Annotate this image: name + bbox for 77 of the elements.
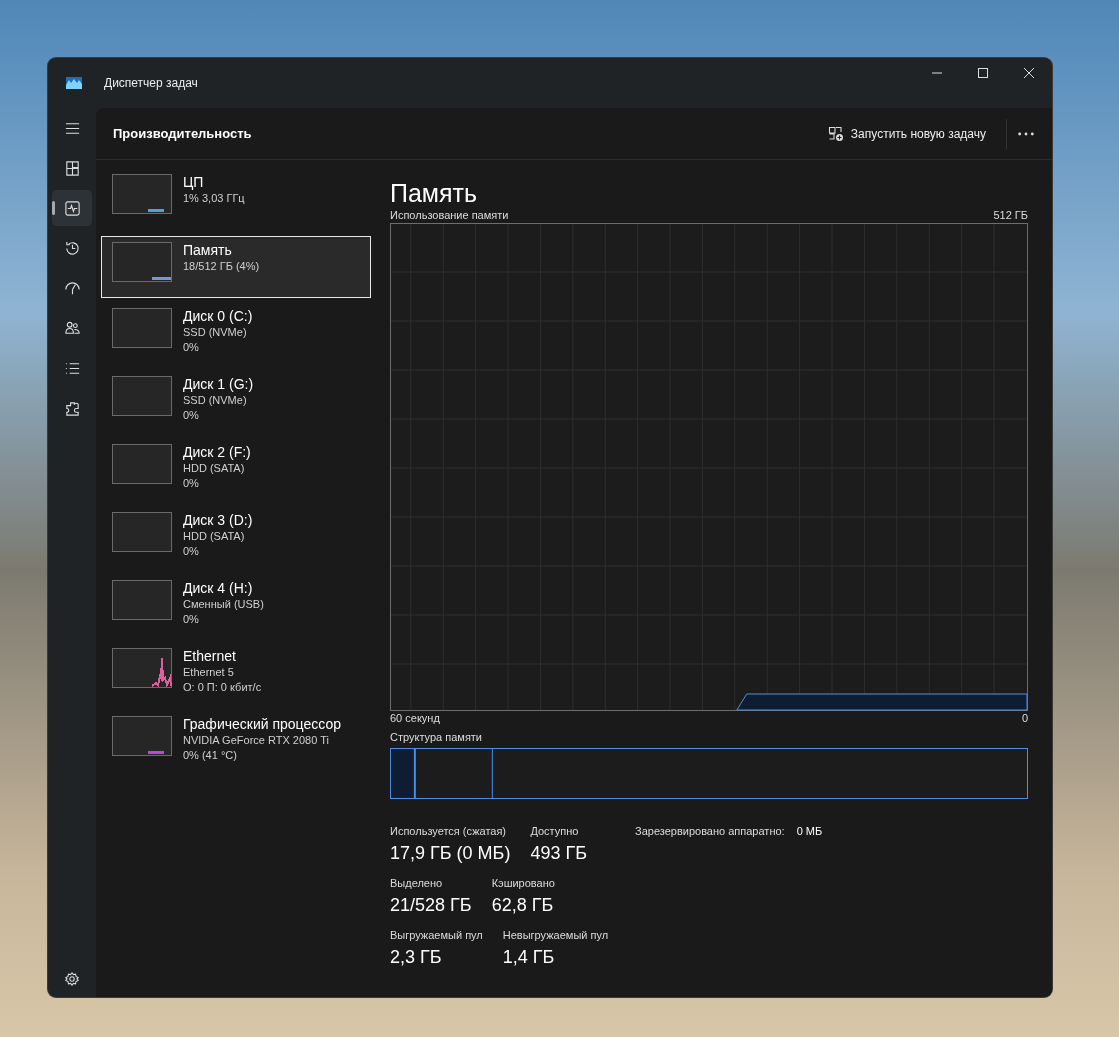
composition-label: Структура памяти [390, 730, 484, 745]
axis-zero-label: 0 [1021, 711, 1028, 726]
mini-graph [112, 242, 172, 282]
axis-max-label: 512 ГБ [993, 208, 1028, 223]
device-name: Память [183, 242, 233, 259]
stat-value: 62,8 ГБ [491, 894, 555, 917]
device-detail: Сменный (USB) [183, 597, 264, 612]
stat-label: Используется (сжатая) [390, 824, 508, 839]
device-name: Графический процессор [183, 716, 341, 733]
selected-nav-button[interactable] [52, 190, 92, 226]
device-usage: 0% [183, 612, 200, 627]
device-name: Диск 1 (G:) [183, 376, 254, 393]
device-usage: 0% [183, 476, 200, 491]
stat-value: 2,3 ГБ [390, 946, 443, 969]
more-options-icon[interactable] [1017, 130, 1035, 137]
device-name: ЦП [183, 174, 205, 191]
stat-label: Выгружаемый пул [390, 928, 483, 943]
device-list-item[interactable]: Диск 1 (G:) SSD (NVMe) 0% [101, 370, 371, 434]
mini-graph [112, 716, 172, 756]
settings-icon[interactable] [64, 971, 80, 987]
stat-value: 493 ГБ [530, 842, 587, 865]
device-name: Диск 4 (H:) [183, 580, 254, 597]
grid-icon [63, 159, 81, 177]
device-name: Диск 3 (D:) [183, 512, 253, 529]
device-detail: Ethernet 5 [183, 665, 235, 680]
clock-icon [63, 239, 81, 257]
puzzle-icon [63, 399, 81, 417]
device-name: Ethernet [183, 648, 237, 665]
device-detail: 1% 3,03 ГГц [183, 191, 245, 206]
stat-value: 1,4 ГБ [502, 946, 556, 969]
device-usage: 0% [183, 544, 200, 559]
device-detail: 18/512 ГБ (4%) [183, 259, 260, 274]
device-usage: 0% [183, 340, 200, 355]
device-list-item[interactable]: ЦП 1% 3,03 ГГц [101, 168, 371, 232]
device-detail: HDD (SATA) [183, 461, 246, 476]
device-list-item[interactable]: Диск 4 (H:) Сменный (USB) 0% [101, 574, 371, 638]
device-usage: 0% (41 °C) [183, 748, 238, 763]
chart-label: Использование памяти [390, 208, 509, 223]
stat-label: Доступно [530, 824, 580, 839]
page-title: Производительность [113, 126, 252, 141]
stat-label: Зарезервировано аппаратно: [635, 824, 785, 839]
stat-value: 17,9 ГБ (0 МБ) [390, 842, 511, 865]
device-detail: HDD (SATA) [183, 529, 246, 544]
app-logo-icon [66, 77, 82, 89]
device-name: Диск 2 (F:) [183, 444, 251, 461]
device-detail: NVIDIA GeForce RTX 2080 Ti [183, 733, 330, 748]
stat-label: Невыгружаемый пул [502, 928, 609, 943]
device-list-item[interactable]: Диск 2 (F:) HDD (SATA) 0% [101, 438, 371, 502]
time-span-label: 60 секунд [390, 711, 440, 726]
mini-graph [112, 444, 172, 484]
device-list-item[interactable]: Память 18/512 ГБ (4%) [101, 236, 371, 298]
device-detail: SSD (NVMe) [183, 325, 248, 340]
mini-graph [112, 376, 172, 416]
stat-value: 0 МБ [796, 824, 823, 839]
stat-value: 21/528 ГБ [390, 894, 472, 917]
device-usage: 0% [183, 408, 200, 423]
stat-label: Выделено [390, 876, 444, 891]
mini-graph [112, 580, 172, 620]
mini-graph [112, 174, 172, 214]
new-task-icon [827, 125, 844, 142]
mini-graph [112, 648, 172, 688]
users-icon [63, 319, 81, 337]
run-new-task-button[interactable]: Запустить новую задачу [819, 119, 994, 148]
gauge-icon [63, 279, 81, 297]
stat-label: Кэшировано [491, 876, 555, 891]
mini-graph [112, 308, 172, 348]
device-detail: SSD (NVMe) [183, 393, 248, 408]
device-list-item[interactable]: Диск 3 (D:) HDD (SATA) 0% [101, 506, 371, 570]
mini-graph [112, 512, 172, 552]
device-list-item[interactable]: Графический процессор NVIDIA GeForce RTX 2080 Ti 0% (41 °C) [101, 710, 371, 774]
device-usage: О: 0 П: 0 кбит/с [183, 680, 262, 695]
pulse-icon [63, 199, 81, 217]
section-title: Память [390, 178, 479, 208]
window-title: Диспетчер задач [104, 76, 198, 90]
device-list-item[interactable]: Ethernet Ethernet 5 О: 0 П: 0 кбит/с [101, 642, 371, 706]
device-list-item[interactable]: Диск 0 (C:) SSD (NVMe) 0% [101, 302, 371, 366]
device-name: Диск 0 (C:) [183, 308, 253, 325]
